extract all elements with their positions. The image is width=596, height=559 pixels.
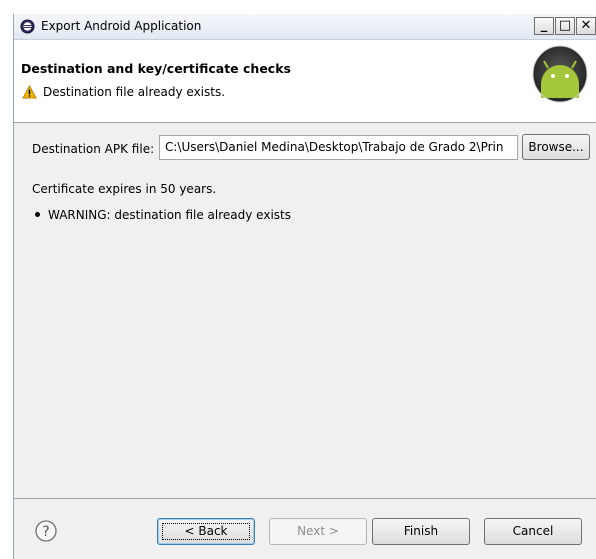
header-banner: Destination and key/certificate checks D… — [14, 40, 596, 123]
destination-label: Destination APK file: — [32, 142, 155, 156]
window-title: Export Android Application — [41, 19, 202, 33]
title-bar[interactable]: Export Android Application _ □ ✕ — [14, 14, 596, 40]
warning-text: WARNING: destination file already exists — [48, 208, 291, 222]
certificate-expiry-text: Certificate expires in 50 years. — [32, 182, 217, 196]
minimize-button[interactable]: _ — [534, 17, 554, 35]
next-button[interactable]: Next > — [269, 518, 367, 545]
header-message: Destination file already exists. — [43, 85, 226, 99]
android-logo — [532, 45, 588, 103]
close-button[interactable]: ✕ — [576, 17, 596, 35]
next-button-label: Next > — [297, 524, 339, 538]
export-dialog: Export Android Application _ □ ✕ Destina… — [13, 14, 596, 559]
page-title: Destination and key/certificate checks — [21, 61, 291, 76]
destination-apk-field[interactable]: C:\Users\Daniel Medina\Desktop\Trabajo d… — [159, 135, 518, 160]
finish-button-label: Finish — [403, 524, 439, 538]
back-button[interactable]: < Back — [157, 518, 255, 545]
help-icon[interactable]: ? — [35, 520, 57, 542]
cancel-button[interactable]: Cancel — [484, 518, 582, 545]
browse-button[interactable]: Browse... — [522, 134, 590, 160]
cancel-button-label: Cancel — [512, 524, 554, 538]
maximize-button[interactable]: □ — [555, 17, 575, 35]
footer-divider — [14, 498, 596, 499]
back-button-label: < Back — [184, 524, 228, 538]
warning-icon — [22, 85, 37, 99]
eclipse-app-icon — [20, 19, 35, 34]
warning-list-item: WARNING: destination file already exists — [32, 208, 291, 222]
bullet-icon — [35, 212, 40, 217]
finish-button[interactable]: Finish — [372, 518, 470, 545]
svg-text:?: ? — [42, 524, 49, 540]
